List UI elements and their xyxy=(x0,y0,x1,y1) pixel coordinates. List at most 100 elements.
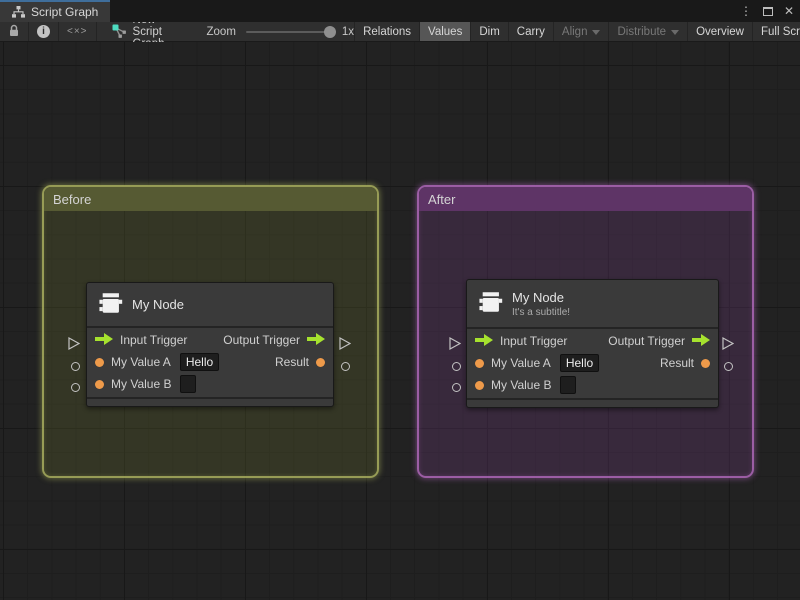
value-a-label: My Value A xyxy=(111,355,171,369)
result-port-icon[interactable] xyxy=(316,357,325,367)
external-trigger-out-port[interactable] xyxy=(722,336,735,355)
result-port-icon[interactable] xyxy=(701,358,710,368)
node-subtitle: It's a subtitle! xyxy=(512,306,571,318)
unit-node-icon xyxy=(477,289,503,318)
value-a-input[interactable]: Hello xyxy=(179,353,220,371)
node-after-header[interactable]: My Node It's a subtitle! xyxy=(467,280,718,329)
toolbar-toggles: Relations Values Dim Carry Align Distrib… xyxy=(354,22,800,41)
overview-label: Overview xyxy=(696,25,744,38)
dim-button[interactable]: Dim xyxy=(470,22,507,41)
zoom-value: 1x xyxy=(341,25,355,38)
external-trigger-out-port[interactable] xyxy=(339,336,352,355)
distribute-dropdown[interactable]: Distribute xyxy=(608,22,687,41)
group-before-header[interactable]: Before xyxy=(44,187,377,211)
tab-label: Script Graph xyxy=(31,5,99,19)
input-trigger-label: Input Trigger xyxy=(120,333,188,347)
distribute-label: Distribute xyxy=(617,25,667,38)
info-icon: i xyxy=(37,25,50,38)
graph-toolbar: i <×> New Script Graph Zoom 1x Relations… xyxy=(0,14,800,50)
values-label: Values xyxy=(428,25,463,38)
window-controls: ⋮ ✕ xyxy=(740,0,794,22)
align-label: Align xyxy=(561,25,588,38)
zoom-label: Zoom xyxy=(206,25,236,38)
trigger-in-icon[interactable] xyxy=(95,332,113,348)
code-preview-button[interactable]: <×> xyxy=(59,22,97,41)
external-value-a-port[interactable] xyxy=(452,362,461,371)
value-b-row: My Value B xyxy=(467,374,718,396)
node-before-body: Input Trigger Output Trigger My Value A … xyxy=(87,328,333,397)
zoom-slider-handle[interactable] xyxy=(323,25,336,38)
relations-button[interactable]: Relations xyxy=(354,22,419,41)
value-port-icon[interactable] xyxy=(95,357,104,367)
trigger-row: Input Trigger Output Trigger xyxy=(467,330,718,352)
trigger-in-icon[interactable] xyxy=(475,333,493,349)
external-result-port[interactable] xyxy=(724,362,733,371)
values-button[interactable]: Values xyxy=(419,22,471,41)
value-b-label: My Value B xyxy=(111,377,172,391)
external-trigger-in-port[interactable] xyxy=(68,336,81,355)
dim-label: Dim xyxy=(479,25,500,38)
external-result-port[interactable] xyxy=(341,362,350,371)
value-a-input[interactable]: Hello xyxy=(559,354,600,372)
carry-button[interactable]: Carry xyxy=(507,22,553,41)
value-a-row: My Value A Hello Result xyxy=(87,351,333,373)
output-trigger-label: Output Trigger xyxy=(223,333,300,347)
value-port-icon[interactable] xyxy=(475,380,484,390)
node-before-header[interactable]: My Node xyxy=(87,283,333,328)
input-trigger-label: Input Trigger xyxy=(500,334,568,348)
code-brackets-icon: <×> xyxy=(67,26,88,37)
window-menu-icon[interactable]: ⋮ xyxy=(740,5,752,17)
unit-node-icon xyxy=(97,290,123,319)
overview-button[interactable]: Overview xyxy=(687,22,752,41)
carry-label: Carry xyxy=(516,25,545,38)
group-after-title: After xyxy=(428,191,456,207)
chevron-down-icon xyxy=(592,29,601,35)
lock-icon xyxy=(8,24,20,40)
trigger-out-icon[interactable] xyxy=(307,332,325,348)
close-icon[interactable]: ✕ xyxy=(784,5,794,17)
value-b-row: My Value B xyxy=(87,373,333,395)
zoom-slider[interactable] xyxy=(245,22,336,42)
value-b-label: My Value B xyxy=(491,378,552,392)
tab-bar: Script Graph ⋮ ✕ xyxy=(0,0,800,22)
external-value-b-port[interactable] xyxy=(71,383,80,392)
node-title: My Node xyxy=(132,297,185,312)
align-dropdown[interactable]: Align xyxy=(552,22,609,41)
value-port-icon[interactable] xyxy=(475,358,484,368)
relations-label: Relations xyxy=(363,25,412,38)
zoom-control: Zoom 1x xyxy=(206,22,355,42)
chevron-down-icon xyxy=(671,29,680,35)
tab-script-graph[interactable]: Script Graph xyxy=(0,0,111,22)
group-before-title: Before xyxy=(53,191,92,207)
result-label: Result xyxy=(274,355,309,369)
value-a-row: My Value A Hello Result xyxy=(467,352,718,374)
node-before[interactable]: My Node Input Trigger Output Trigger My … xyxy=(86,282,334,407)
graph-hierarchy-icon xyxy=(12,6,25,18)
zoom-slider-track[interactable] xyxy=(245,30,334,33)
trigger-row: Input Trigger Output Trigger xyxy=(87,329,333,351)
info-button[interactable]: i xyxy=(29,22,59,41)
graph-canvas[interactable]: Before After My Node Input Trigger Outpu… xyxy=(0,42,800,600)
result-label: Result xyxy=(659,356,694,370)
value-b-input[interactable] xyxy=(560,376,577,394)
fullscreen-label: Full Screen xyxy=(761,25,800,38)
value-a-label: My Value A xyxy=(491,356,551,370)
node-after-body: Input Trigger Output Trigger My Value A … xyxy=(467,329,718,398)
external-value-b-port[interactable] xyxy=(452,383,461,392)
node-footer xyxy=(87,397,333,406)
external-value-a-port[interactable] xyxy=(71,362,80,371)
node-title: My Node xyxy=(512,289,565,305)
value-b-input[interactable] xyxy=(180,375,197,393)
current-graph[interactable]: New Script Graph xyxy=(103,14,173,50)
value-port-icon[interactable] xyxy=(95,379,104,389)
maximize-icon[interactable] xyxy=(762,6,773,16)
output-trigger-label: Output Trigger xyxy=(608,334,685,348)
node-after[interactable]: My Node It's a subtitle! Input Trigger O… xyxy=(466,279,719,408)
group-after-header[interactable]: After xyxy=(419,187,752,211)
script-graph-icon xyxy=(111,23,127,41)
fullscreen-button[interactable]: Full Screen xyxy=(752,22,800,41)
trigger-out-icon[interactable] xyxy=(692,333,710,349)
node-footer xyxy=(467,398,718,407)
external-trigger-in-port[interactable] xyxy=(449,336,462,355)
lock-button[interactable] xyxy=(0,22,29,41)
